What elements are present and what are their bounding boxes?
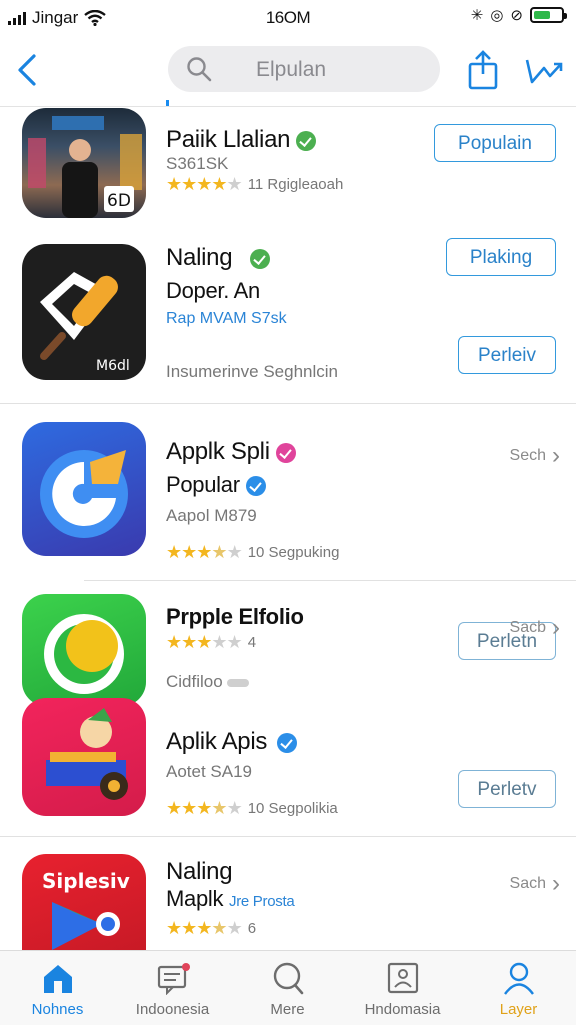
app-meta: Cidfiloo (166, 672, 250, 692)
app-icon-blue[interactable] (22, 422, 146, 556)
app-link[interactable]: Rap MVAM S7sk (166, 310, 287, 328)
mute-icon: ⊘ (510, 7, 523, 24)
app-row[interactable]: 6D Paiik Llalian S361SK ★★★★★ 11 Rgiglea… (0, 108, 576, 228)
app-rating: ★★★★★ 10 Segpolikia (166, 798, 338, 818)
preview-button[interactable]: Perleiv (458, 336, 556, 374)
app-name: Naling (166, 858, 233, 885)
app-developer: Maplk Jre Prosta (166, 886, 295, 911)
app-icon-red[interactable] (22, 698, 146, 816)
status-right: ✳ ◎ ⊘ (470, 6, 567, 24)
see-more-link[interactable]: Sach › (510, 870, 560, 898)
nav-bar: Elpulan (0, 36, 576, 107)
tab-label: Nohnes (31, 1001, 84, 1018)
chevron-right-icon: › (552, 870, 560, 897)
star-rating-icon: ★★★★★ (166, 918, 243, 938)
preview-button[interactable]: Perletv (458, 770, 556, 808)
star-rating-icon: ★★★★★ (166, 174, 243, 194)
person-icon (504, 962, 534, 995)
svg-text:6D: 6D (107, 191, 131, 211)
app-category: Popular (166, 472, 266, 498)
app-row[interactable]: Prpple Elfolio ★★★★★ 4 Cidfiloo Sacb › (0, 592, 576, 706)
app-name: Applk Spli (166, 438, 296, 466)
chevron-right-icon: › (552, 614, 560, 641)
alarm-icon: ◎ (490, 7, 504, 24)
loading-pill-icon (227, 678, 250, 687)
cart-logo-icon (46, 708, 128, 800)
app-name: Paiik Llalian (166, 126, 317, 154)
see-more-link[interactable]: Sacb › (510, 614, 560, 642)
music-badge-icon (275, 442, 296, 463)
app-icon-green[interactable] (22, 594, 146, 706)
chat-logo-icon (44, 614, 124, 694)
star-rating-icon: ★★★★★ (166, 542, 243, 562)
swirl-logo-icon (40, 450, 128, 538)
tab-label: Layer (499, 1001, 538, 1018)
status-bar: Jingar 16OM ✳ ◎ ⊘ (0, 0, 576, 36)
tab-label: Mere (270, 1001, 305, 1018)
app-rating: ★★★★★ 4 (166, 632, 257, 652)
tab-portrait[interactable]: Hndomasia (345, 951, 460, 1025)
street-photo-icon: 6D (28, 116, 142, 218)
app-row[interactable]: M6dl Naling Doper. An Rap MVAM S7sk Insu… (0, 238, 576, 403)
app-row[interactable]: Applk Spli Popular Aapol M879 ★★★★★ 10 S… (0, 420, 576, 660)
svg-text:M6dl: M6dl (96, 358, 130, 374)
play-logo-icon: Siplesiv (42, 869, 130, 950)
tab-home[interactable]: Nohnes (0, 951, 115, 1025)
verified-badge-icon (250, 248, 271, 269)
search-query: Elpulan (256, 58, 327, 81)
app-icon-red-play[interactable]: Siplesiv (22, 854, 146, 950)
app-meta: Aotet SA19 (166, 762, 253, 781)
app-name: Aplik Apis (166, 728, 298, 756)
divider (84, 580, 576, 581)
inbox-icon (157, 963, 190, 995)
app-name: Prpple Elfolio (166, 604, 304, 629)
battery-icon (530, 7, 567, 23)
app-rating: ★★★★★ 6 (166, 918, 257, 938)
app-row[interactable]: Siplesiv Naling Maplk Jre Prosta ★★★★★ 6… (0, 848, 576, 950)
star-rating-icon: ★★★★★ (166, 632, 243, 652)
app-rating: ★★★★★ 11 Rgigleaoah (166, 174, 344, 194)
trend-button[interactable] (524, 54, 564, 88)
tab-label: Indoonesia (135, 1001, 210, 1018)
svg-text:Siplesiv: Siplesiv (42, 869, 130, 893)
share-icon (468, 50, 498, 90)
search-icon (273, 962, 304, 995)
tab-inbox[interactable]: Indoonesia (115, 951, 230, 1025)
chevron-right-icon: › (552, 442, 560, 469)
app-icon-photo[interactable]: 6D (22, 108, 146, 218)
tab-profile[interactable]: Layer (461, 951, 576, 1025)
get-button[interactable]: Plaking (446, 238, 556, 276)
trend-icon (525, 59, 563, 84)
scroll-indicator (166, 100, 169, 106)
search-icon (187, 57, 212, 82)
chevron-left-icon (18, 54, 36, 86)
tab-label: Hndomasia (364, 1001, 441, 1018)
house-icon (44, 965, 72, 993)
app-subtitle: S361SK (166, 154, 229, 173)
verified-badge-icon (296, 130, 317, 151)
app-developer: Doper. An (166, 278, 260, 303)
app-row[interactable]: Aplik Apis Aotet SA19 ★★★★★ 10 Segpoliki… (0, 698, 576, 836)
divider (0, 403, 576, 404)
back-button[interactable] (14, 52, 42, 88)
share-button[interactable] (466, 50, 500, 90)
search-field[interactable]: Elpulan (168, 46, 440, 92)
portrait-icon (387, 962, 419, 994)
verified-badge-icon (245, 476, 266, 497)
app-meta: Aapol M879 (166, 506, 257, 525)
brush-logo-icon: M6dl (40, 272, 130, 374)
tab-bar: Nohnes Indoonesia Mere Hndomasia Layer (0, 950, 576, 1025)
divider (0, 836, 576, 837)
bluetooth-icon: ✳ (470, 7, 484, 24)
star-rating-icon: ★★★★★ (166, 798, 243, 818)
verified-badge-icon (277, 732, 298, 753)
app-name: Naling (166, 244, 271, 272)
see-more-link[interactable]: Sech › (510, 442, 560, 470)
app-rating: ★★★★★ 10 Segpuking (166, 542, 340, 562)
get-button[interactable]: Populain (434, 124, 556, 162)
tab-search[interactable]: Mere (230, 951, 345, 1025)
app-category: Insumerinve Seghnlcin (166, 362, 338, 381)
app-icon-dark[interactable]: M6dl (22, 244, 146, 380)
